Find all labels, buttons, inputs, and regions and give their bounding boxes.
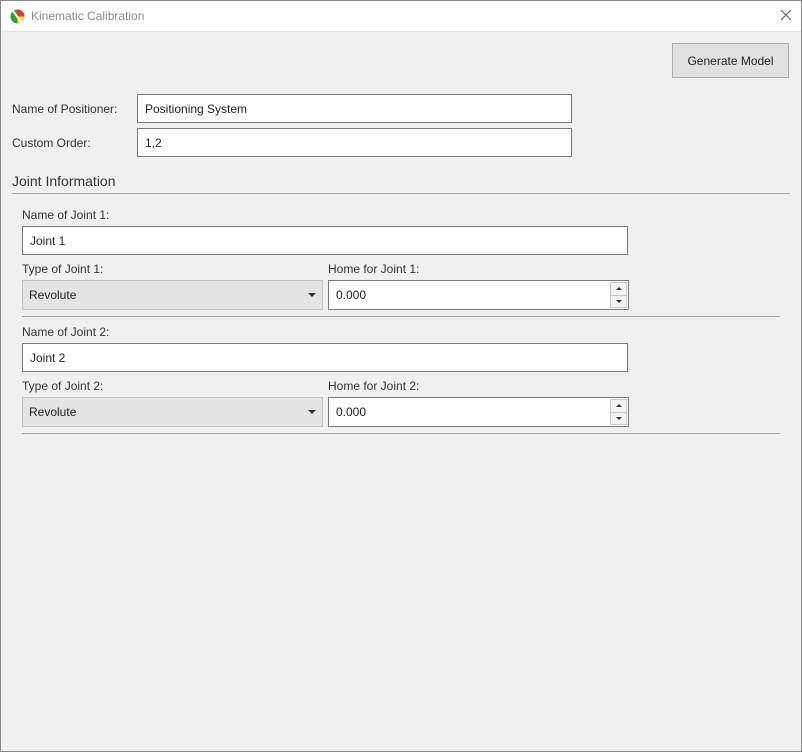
joint-1-home-label: Home for Joint 1: bbox=[328, 262, 420, 276]
joint-1-name-label: Name of Joint 1: bbox=[22, 208, 110, 222]
joint-information-heading: Joint Information bbox=[12, 173, 116, 189]
custom-order-input[interactable]: 1,2 bbox=[137, 128, 572, 157]
increment-button[interactable] bbox=[610, 399, 627, 413]
arrow-down-icon bbox=[615, 299, 622, 303]
joint-2-type-value: Revolute bbox=[29, 405, 77, 419]
joint-1-home-value: 0.000 bbox=[336, 288, 367, 302]
joint-1-divider bbox=[22, 316, 780, 317]
colorful-circle-icon bbox=[10, 9, 25, 24]
joint-2-type-label: Type of Joint 2: bbox=[22, 379, 104, 393]
generate-model-button[interactable]: Generate Model bbox=[672, 43, 789, 78]
positioner-name-label: Name of Positioner: bbox=[12, 102, 118, 116]
joint-2-name-input[interactable]: Joint 2 bbox=[22, 343, 628, 372]
chevron-down-icon bbox=[308, 293, 316, 297]
joint-2-type-select[interactable]: Revolute bbox=[22, 397, 323, 427]
joint-1-type-label: Type of Joint 1: bbox=[22, 262, 104, 276]
joint-2-home-label: Home for Joint 2: bbox=[328, 379, 420, 393]
arrow-down-icon bbox=[615, 416, 622, 420]
arrow-up-icon bbox=[615, 404, 622, 408]
joint-2-home-value: 0.000 bbox=[336, 405, 367, 419]
joint-2-name-label: Name of Joint 2: bbox=[22, 325, 110, 339]
main-window: Kinematic Calibration Generate Model Nam… bbox=[0, 0, 802, 752]
close-button[interactable] bbox=[771, 1, 801, 31]
decrement-button[interactable] bbox=[610, 412, 627, 425]
joint-1-home-spinner[interactable]: 0.000 bbox=[328, 280, 629, 310]
increment-button[interactable] bbox=[610, 282, 627, 296]
joint-1-type-value: Revolute bbox=[29, 288, 77, 302]
title-bar: Kinematic Calibration bbox=[1, 1, 801, 32]
positioner-name-input[interactable]: Positioning System bbox=[137, 94, 572, 123]
section-divider bbox=[12, 193, 790, 194]
custom-order-label: Custom Order: bbox=[12, 136, 91, 150]
joint-2-home-spinner[interactable]: 0.000 bbox=[328, 397, 629, 427]
joint-2-divider bbox=[22, 433, 780, 434]
decrement-button[interactable] bbox=[610, 295, 627, 308]
joint-1-type-select[interactable]: Revolute bbox=[22, 280, 323, 310]
chevron-down-icon bbox=[308, 410, 316, 414]
window-title: Kinematic Calibration bbox=[31, 9, 145, 23]
arrow-up-icon bbox=[615, 287, 622, 291]
close-icon bbox=[780, 9, 792, 24]
joint-1-name-input[interactable]: Joint 1 bbox=[22, 226, 628, 255]
